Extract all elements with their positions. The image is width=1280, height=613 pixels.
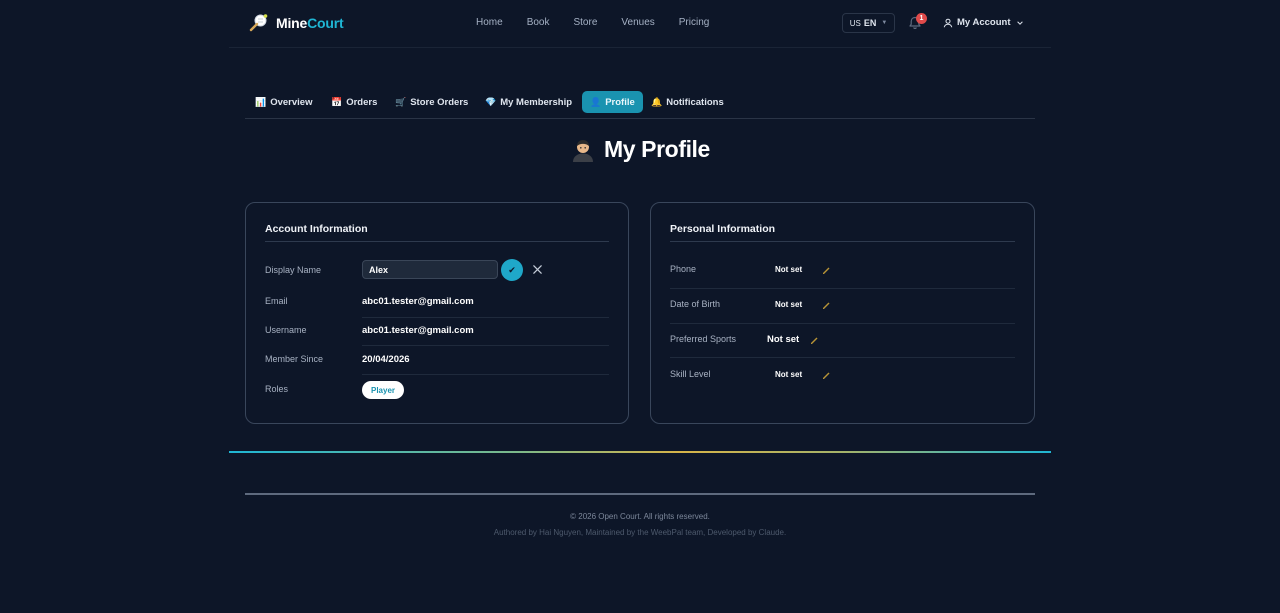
pencil-icon[interactable] bbox=[821, 265, 831, 275]
personal-information-card: Personal Information Phone Not set Date … bbox=[650, 202, 1035, 424]
roles-label: Roles bbox=[265, 384, 289, 394]
tab-label: Profile bbox=[605, 96, 635, 108]
cart-icon: 🛒 bbox=[395, 96, 407, 107]
preferred-sports-value: Not set bbox=[767, 334, 800, 345]
nav-venues[interactable]: Venues bbox=[621, 17, 654, 28]
language-code: EN bbox=[863, 18, 877, 28]
phone-label: Phone bbox=[670, 264, 697, 274]
skill-level-label: Skill Level bbox=[670, 369, 711, 379]
tab-label: Orders bbox=[346, 96, 378, 108]
date-of-birth-label: Date of Birth bbox=[670, 299, 721, 309]
member-since-value: 20/04/2026 bbox=[362, 354, 410, 365]
display-name-label: Display Name bbox=[265, 265, 322, 275]
pencil-icon[interactable] bbox=[809, 335, 819, 345]
nav-book[interactable]: Book bbox=[527, 17, 550, 28]
tab-label: Store Orders bbox=[410, 96, 469, 108]
gradient-divider bbox=[229, 451, 1051, 453]
cancel-edit-button[interactable] bbox=[530, 261, 544, 277]
check-icon: ✔ bbox=[508, 264, 516, 275]
row-divider bbox=[670, 288, 1015, 289]
chevron-down-icon bbox=[1017, 20, 1024, 25]
account-label: My Account bbox=[957, 17, 1011, 28]
nav-pricing[interactable]: Pricing bbox=[679, 17, 710, 28]
language-selector[interactable]: US EN ▼ bbox=[842, 13, 895, 33]
display-name-input[interactable] bbox=[362, 260, 498, 279]
nav-home[interactable]: Home bbox=[476, 17, 503, 28]
user-icon bbox=[943, 18, 953, 27]
copyright-text: © 2026 Open Court. All rights reserved. bbox=[570, 512, 710, 521]
tab-profile[interactable]: 👤 Profile bbox=[582, 91, 643, 113]
row-divider bbox=[362, 345, 609, 346]
chevron-down-icon: ▼ bbox=[881, 20, 888, 26]
row-divider bbox=[362, 317, 609, 318]
preferred-sports-label: Preferred Sports bbox=[670, 334, 737, 344]
phone-value: Not set bbox=[775, 265, 803, 274]
nav-store[interactable]: Store bbox=[573, 17, 597, 28]
tab-orders[interactable]: 📅 Orders bbox=[323, 91, 385, 113]
chart-icon: 📊 bbox=[255, 96, 267, 107]
bell-icon: 🔔 bbox=[651, 96, 663, 107]
email-value: abc01.tester@gmail.com bbox=[362, 296, 474, 307]
logo[interactable]: MineCourt bbox=[248, 13, 344, 33]
person-icon bbox=[573, 139, 594, 162]
skill-level-value: Not set bbox=[775, 370, 803, 379]
gem-icon: 💎 bbox=[485, 96, 497, 107]
member-since-label: Member Since bbox=[265, 354, 324, 364]
pencil-icon[interactable] bbox=[821, 370, 831, 380]
card-title: Account Information bbox=[265, 223, 368, 235]
top-header: MineCourt Home Book Store Venues Pricing… bbox=[229, 0, 1051, 48]
close-icon bbox=[532, 264, 542, 274]
save-name-button[interactable]: ✔ bbox=[501, 259, 523, 281]
tab-my-membership[interactable]: 💎 My Membership bbox=[477, 91, 580, 113]
authored-text: Authored by Hai Nguyen, Maintained by th… bbox=[493, 528, 787, 537]
tab-store-orders[interactable]: 🛒 Store Orders bbox=[387, 91, 476, 113]
footer-divider bbox=[245, 493, 1035, 495]
date-of-birth-value: Not set bbox=[775, 300, 803, 309]
row-divider bbox=[362, 374, 609, 375]
role-badge: Player bbox=[362, 381, 405, 399]
racket-icon bbox=[249, 14, 268, 32]
username-value: abc01.tester@gmail.com bbox=[362, 325, 474, 336]
main-nav: Home Book Store Venues Pricing bbox=[476, 17, 733, 28]
card-title: Personal Information bbox=[670, 223, 776, 235]
pencil-icon[interactable] bbox=[821, 300, 831, 310]
tab-overview[interactable]: 📊 Overview bbox=[247, 91, 320, 113]
tab-label: My Membership bbox=[500, 96, 573, 108]
row-divider bbox=[670, 323, 1015, 324]
divider bbox=[670, 241, 1015, 242]
email-label: Email bbox=[265, 296, 288, 306]
tab-notifications[interactable]: 🔔 Notifications bbox=[643, 91, 732, 113]
tab-label: Overview bbox=[270, 96, 313, 108]
notification-badge: 1 bbox=[916, 13, 927, 24]
my-account-menu[interactable]: My Account bbox=[943, 17, 1024, 28]
username-label: Username bbox=[265, 325, 307, 335]
person-icon: 👤 bbox=[590, 96, 602, 107]
page-title-text: My Profile bbox=[604, 136, 710, 162]
tab-label: Notifications bbox=[666, 96, 724, 108]
logo-text: MineCourt bbox=[276, 15, 344, 31]
row-divider bbox=[670, 357, 1015, 358]
flag-us: US bbox=[849, 18, 861, 28]
page-title: My Profile bbox=[0, 136, 1280, 163]
divider bbox=[265, 241, 609, 242]
profile-tabs: 📊 Overview 📅 Orders 🛒 Store Orders 💎 My … bbox=[245, 90, 1035, 119]
account-information-card: Account Information Display Name ✔ Email… bbox=[245, 202, 629, 424]
calendar-icon: 📅 bbox=[331, 96, 343, 107]
